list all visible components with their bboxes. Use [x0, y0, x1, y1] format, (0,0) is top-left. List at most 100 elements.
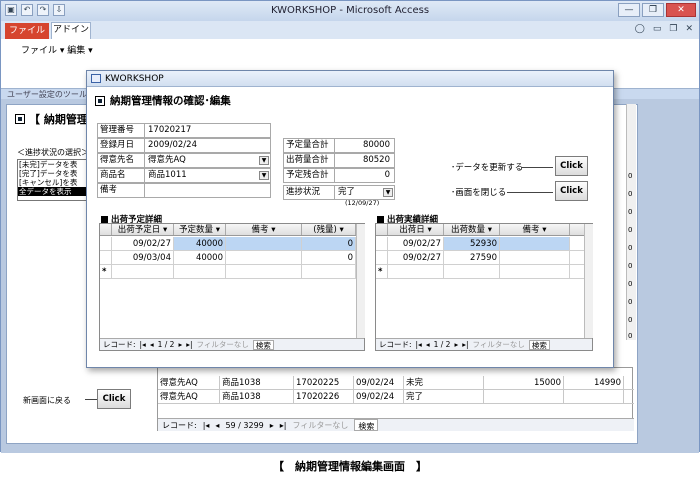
column-header[interactable]: 出荷予定日 ▾	[112, 224, 174, 235]
close-button[interactable]: ✕	[666, 3, 696, 17]
customer-select[interactable]: 得意先AQ ▼	[145, 153, 271, 168]
table-row[interactable]: 09/02/27 52930	[376, 237, 584, 251]
record-position[interactable]: 1 / 2	[158, 339, 175, 350]
next-record-icon[interactable]: ▸	[270, 419, 274, 431]
field-planned-total: 予定量合計 80000	[283, 138, 395, 153]
dialog-title-bar: KWORKSHOP	[87, 71, 613, 87]
next-record-icon[interactable]: ▸	[178, 339, 182, 350]
actual-header-row: 出荷日 ▾ 出荷数量 ▾ 備考 ▾	[376, 224, 584, 236]
next-record-icon[interactable]: ▸	[454, 339, 458, 350]
last-record-icon[interactable]: ▸|	[462, 339, 468, 350]
field-management-number: 管理番号 17020217	[97, 123, 271, 138]
table-row[interactable]: 09/03/04 40000 0	[100, 251, 356, 265]
filter-status[interactable]: フィルターなし	[293, 419, 349, 431]
dialog-heading: 納期管理情報の確認･編集	[95, 93, 231, 108]
prev-record-icon[interactable]: ◂	[215, 419, 219, 431]
first-record-icon[interactable]: |◂	[140, 339, 146, 350]
ribbon-tabs: ファイル アドイン ◯ ▭ ❐ ✕	[1, 21, 699, 39]
plan-record-navigator: レコード: |◂ ◂ 1 / 2 ▸ ▸| フィルターなし 検索	[100, 338, 364, 350]
list-item-selected[interactable]: 全データを表示	[18, 187, 90, 196]
product-select[interactable]: 商品1011 ▼	[145, 168, 271, 183]
dialog-window-title: KWORKSHOP	[105, 74, 164, 84]
status-filter-list[interactable]: [未完]データを表 [完了]データを表 [キャンセル]を表 全データを表示	[17, 159, 91, 201]
table-row[interactable]: 得意先AQ 商品1038 17020226 09/02/24 完了	[158, 390, 634, 404]
planned-total-value: 80000	[335, 138, 395, 153]
form-window-icon	[91, 74, 101, 83]
search-input[interactable]: 検索	[252, 339, 274, 350]
update-data-label: ･データを更新する	[451, 163, 524, 173]
column-header[interactable]: 備考 ▾	[226, 224, 302, 235]
ribbon-menu[interactable]: ファイル ▾ 編集 ▾	[21, 43, 93, 56]
last-record-icon[interactable]: ▸|	[186, 339, 192, 350]
table-row[interactable]: 得意先AQ 商品1038 17020225 09/02/24 未完 15000 …	[158, 376, 634, 390]
update-data-button[interactable]: Click	[555, 156, 588, 176]
help-icon[interactable]: ◯	[635, 24, 645, 34]
list-item[interactable]: [完了]データを表	[18, 169, 90, 178]
chevron-down-icon[interactable]: ▼	[259, 156, 269, 165]
column-header[interactable]: 予定数量 ▾	[174, 224, 226, 235]
list-item[interactable]: [キャンセル]を表	[18, 178, 90, 187]
status-date-note: (12/09/27)	[345, 199, 380, 207]
field-customer: 得意先名 得意先AQ ▼	[97, 153, 271, 168]
ribbon-right-controls: ◯ ▭ ❐ ✕	[635, 24, 693, 34]
tab-file[interactable]: ファイル	[5, 23, 49, 39]
doc-restore-icon[interactable]: ❐	[669, 24, 677, 34]
management-number-input[interactable]: 17020217	[145, 123, 271, 138]
restore-button[interactable]: ❐	[642, 3, 664, 17]
title-bar: ▣ ↶ ↷ ⇩ KWORKSHOP - Microsoft Access — ❐…	[1, 1, 699, 21]
tab-addin[interactable]: アドイン	[51, 22, 91, 39]
column-header[interactable]: 出荷日 ▾	[388, 224, 444, 235]
column-header[interactable]: (残量) ▾	[302, 224, 356, 235]
connector-line	[521, 167, 553, 168]
edit-dialog: KWORKSHOP 納期管理情報の確認･編集 管理番号 17020217 登録月…	[86, 70, 614, 368]
column-header[interactable]: 出荷数量 ▾	[444, 224, 500, 235]
field-remaining-total: 予定残合計 0	[283, 168, 395, 183]
record-position[interactable]: 59 / 3299	[225, 419, 263, 431]
close-screen-button[interactable]: Click	[555, 181, 588, 201]
record-navigator: レコード: |◂ ◂ 59 / 3299 ▸ ▸| フィルターなし 検索	[158, 418, 634, 431]
background-scrollbar[interactable]: 0 0 0 0 0 0 0 0 0 0	[626, 104, 636, 340]
new-record-row[interactable]: *	[376, 265, 584, 279]
doc-close-icon[interactable]: ✕	[685, 24, 693, 34]
window-controls: — ❐ ✕	[618, 3, 696, 17]
section-marker-icon	[101, 215, 108, 223]
plan-scrollbar[interactable]	[356, 224, 365, 338]
table-row[interactable]: 09/02/27 27590	[376, 251, 584, 265]
actual-record-navigator: レコード: |◂ ◂ 1 / 2 ▸ ▸| フィルターなし 検索	[376, 338, 592, 350]
close-screen-label: ･画面を閉じる	[451, 188, 507, 198]
record-position[interactable]: 1 / 2	[434, 339, 451, 350]
first-record-icon[interactable]: |◂	[203, 419, 210, 431]
doc-minimize-icon[interactable]: ▭	[653, 24, 662, 34]
search-input[interactable]: 検索	[528, 339, 550, 350]
remarks-input[interactable]	[145, 183, 271, 198]
registration-date-input[interactable]: 2009/02/24	[145, 138, 271, 153]
search-input[interactable]: 検索	[354, 419, 379, 431]
filter-status[interactable]: フィルターなし	[473, 339, 525, 350]
new-screen-button[interactable]: Click	[97, 389, 131, 409]
minimize-button[interactable]: —	[618, 3, 640, 17]
form-icon	[95, 95, 105, 106]
background-datasheet: 得意先AQ 商品1038 17020225 09/02/24 未完 15000 …	[157, 367, 634, 431]
list-item[interactable]: [未完]データを表	[18, 160, 90, 169]
column-header[interactable]: 備考 ▾	[500, 224, 570, 235]
shipped-total-value: 80520	[335, 153, 395, 168]
chevron-down-icon[interactable]: ▼	[383, 188, 393, 197]
plan-subform: 出荷予定日 ▾ 予定数量 ▾ 備考 ▾ (残量) ▾ 09/02/27 4000…	[99, 223, 365, 351]
actual-subform: 出荷日 ▾ 出荷数量 ▾ 備考 ▾ 09/02/27 52930 09/02/2…	[375, 223, 593, 351]
app-title: KWORKSHOP - Microsoft Access	[270, 5, 430, 16]
progress-status-select[interactable]: 完了 ▼	[335, 185, 395, 200]
prev-record-icon[interactable]: ◂	[426, 339, 430, 350]
plan-header-row: 出荷予定日 ▾ 予定数量 ▾ 備考 ▾ (残量) ▾	[100, 224, 356, 236]
status-filter-label: ＜進捗状況の選択＞	[17, 148, 89, 157]
actual-scrollbar[interactable]	[584, 224, 593, 338]
background-form-title: 【 納期管理	[15, 111, 88, 127]
chevron-down-icon[interactable]: ▼	[259, 171, 269, 180]
new-record-row[interactable]: *	[100, 265, 356, 279]
table-row[interactable]: 09/02/27 40000 0	[100, 237, 356, 251]
field-shipped-total: 出荷量合計 80520	[283, 153, 395, 168]
filter-status[interactable]: フィルターなし	[197, 339, 249, 350]
last-record-icon[interactable]: ▸|	[280, 419, 287, 431]
section-marker-icon	[377, 215, 384, 223]
prev-record-icon[interactable]: ◂	[150, 339, 154, 350]
first-record-icon[interactable]: |◂	[416, 339, 422, 350]
